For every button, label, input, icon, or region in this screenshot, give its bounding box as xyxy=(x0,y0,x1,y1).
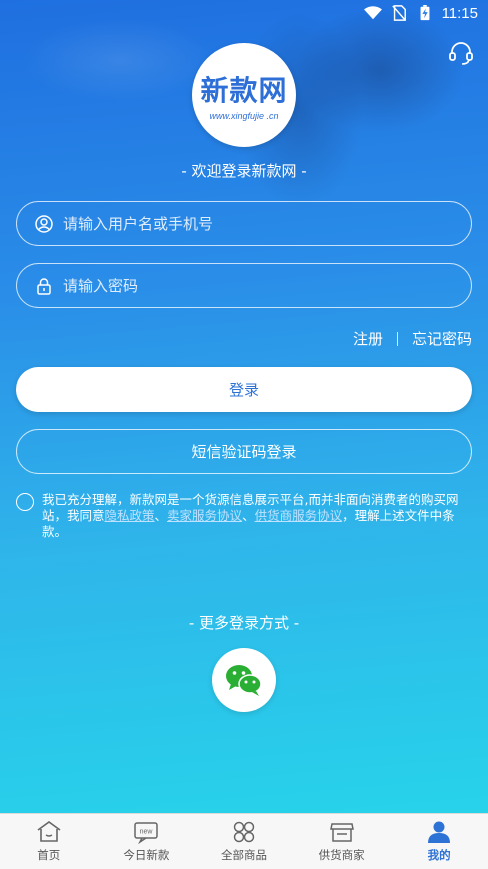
agreement-checkbox[interactable] xyxy=(16,493,34,511)
home-icon xyxy=(37,821,61,842)
privacy-policy-link[interactable]: 隐私政策 xyxy=(105,508,155,523)
battery-charging-icon xyxy=(420,5,430,21)
tab-today-new[interactable]: new 今日新款 xyxy=(98,814,196,869)
customer-service-icon[interactable] xyxy=(448,40,474,66)
logo-text: 新款网 xyxy=(200,74,288,107)
status-time: 11:15 xyxy=(441,4,478,22)
tab-label: 我的 xyxy=(427,848,451,862)
forgot-password-link[interactable]: 忘记密码 xyxy=(412,328,472,349)
no-sim-icon xyxy=(391,5,406,21)
link-divider xyxy=(396,331,398,346)
password-input[interactable] xyxy=(63,276,443,295)
password-field[interactable] xyxy=(16,263,472,308)
svg-text:new: new xyxy=(140,829,154,836)
register-link[interactable]: 注册 xyxy=(353,328,383,349)
wechat-icon xyxy=(226,665,262,696)
sms-login-button[interactable]: 短信验证码登录 xyxy=(16,429,472,474)
tab-mine[interactable]: 我的 xyxy=(390,814,488,869)
status-bar: 11:15 xyxy=(0,0,488,26)
app-logo: 新款网 www.xingfujie .cn xyxy=(192,43,296,147)
login-screen: 11:15 新款网 www.xingfujie .cn - 欢迎登录新款网 - … xyxy=(0,0,488,813)
user-icon xyxy=(428,821,451,843)
tab-label: 供货商家 xyxy=(318,848,365,862)
grid-icon xyxy=(233,821,255,843)
tab-all-products[interactable]: 全部商品 xyxy=(195,814,293,869)
username-field[interactable] xyxy=(16,201,472,246)
welcome-text: - 欢迎登录新款网 - xyxy=(181,162,307,180)
agreement-text: 我已充分理解，新款网是一个货源信息展示平台,而并非面向消费者的购买网站，我同意隐… xyxy=(42,492,472,540)
wifi-icon xyxy=(363,6,382,20)
supplier-agreement-link[interactable]: 供货商服务协议 xyxy=(255,508,343,523)
store-icon xyxy=(329,823,354,842)
tab-label: 首页 xyxy=(37,848,61,862)
login-button[interactable]: 登录 xyxy=(16,367,472,412)
bottom-tab-bar: 首页 new 今日新款 全部商品 供货商家 我的 xyxy=(0,813,488,869)
agreement-section: 我已充分理解，新款网是一个货源信息展示平台,而并非面向消费者的购买网站，我同意隐… xyxy=(16,492,472,540)
agreement-separator: 、 xyxy=(242,508,255,523)
seller-agreement-link[interactable]: 卖家服务协议 xyxy=(167,508,242,523)
tab-label: 今日新款 xyxy=(123,848,170,862)
account-links: 注册 忘记密码 xyxy=(353,328,472,349)
tab-label: 全部商品 xyxy=(220,848,267,862)
more-login-label: - 更多登录方式 - xyxy=(188,614,300,632)
username-input[interactable] xyxy=(63,214,443,233)
agreement-separator: 、 xyxy=(154,508,168,523)
lock-icon xyxy=(37,277,51,295)
logo-url: www.xingfujie .cn xyxy=(209,111,279,121)
user-icon xyxy=(35,214,53,233)
tab-home[interactable]: 首页 xyxy=(0,814,98,869)
new-icon: new xyxy=(134,822,159,844)
wechat-login-button[interactable] xyxy=(212,648,276,712)
tab-suppliers[interactable]: 供货商家 xyxy=(293,814,391,869)
